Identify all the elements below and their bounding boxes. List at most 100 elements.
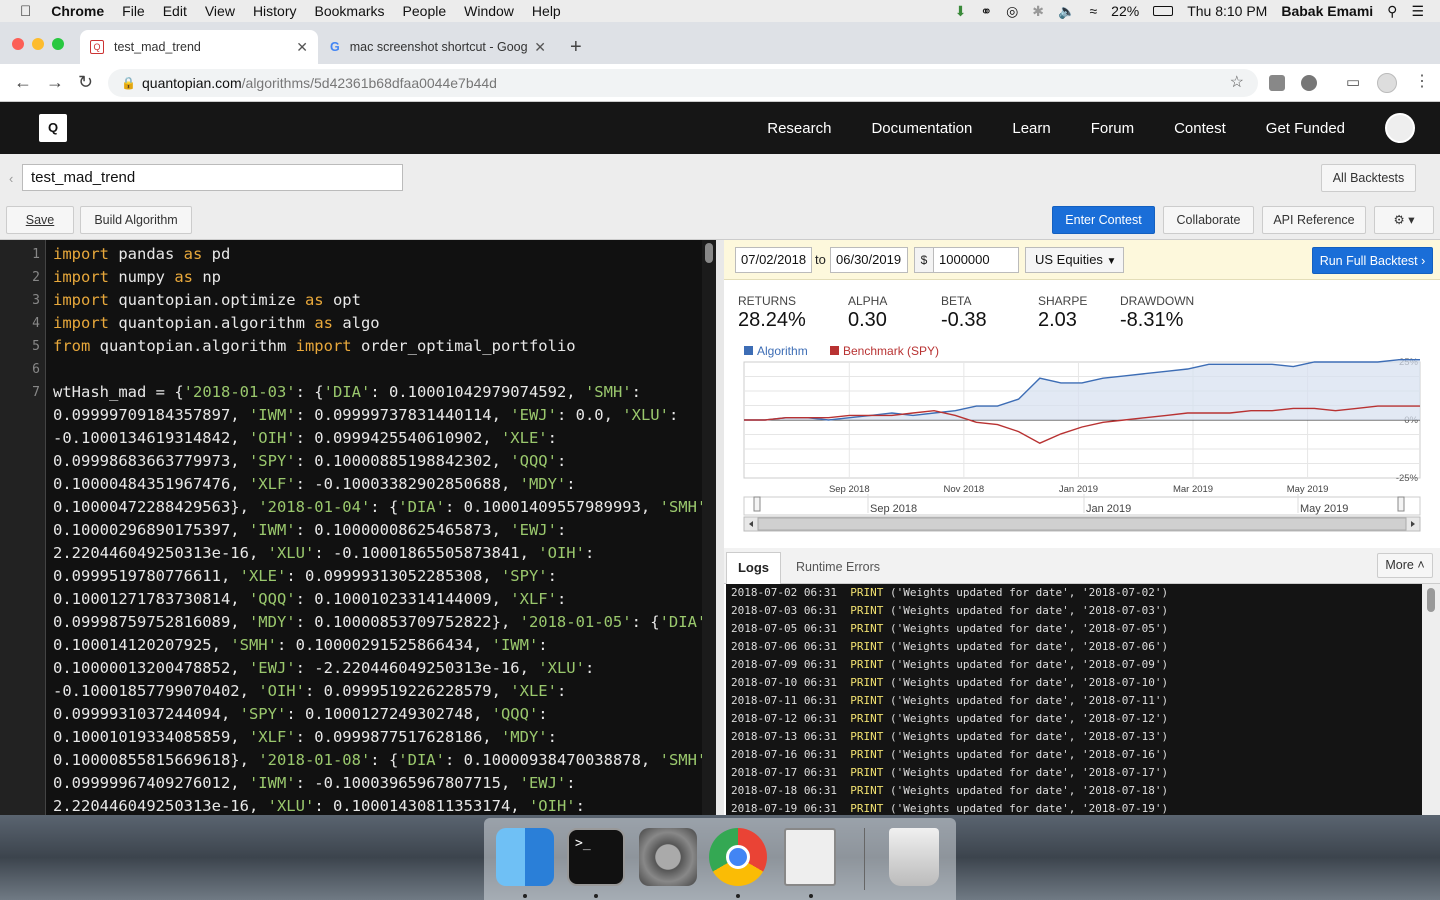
tab-close-icon[interactable]: ✕ bbox=[296, 39, 308, 56]
enter-contest-button[interactable]: Enter Contest bbox=[1052, 206, 1155, 234]
menu-window[interactable]: Window bbox=[464, 3, 514, 19]
trash-icon[interactable] bbox=[889, 828, 939, 886]
editor-scrollbar[interactable] bbox=[702, 240, 716, 815]
log-scrollbar[interactable] bbox=[1422, 584, 1440, 815]
nav-research[interactable]: Research bbox=[767, 120, 831, 137]
more-button[interactable]: More ˄ bbox=[1377, 553, 1433, 578]
window-minimize-button[interactable] bbox=[32, 38, 44, 50]
start-date-input[interactable]: 07/02/2018 bbox=[735, 247, 812, 273]
nav-forum[interactable]: Forum bbox=[1091, 120, 1134, 137]
nav-get-funded[interactable]: Get Funded bbox=[1266, 120, 1345, 137]
code-line[interactable]: 0.0999931037244094, 'SPY': 0.10001272493… bbox=[53, 705, 548, 723]
code-line[interactable]: 0.10000296890175397, 'IWM': 0.1000000862… bbox=[53, 521, 566, 539]
tab-runtime-errors[interactable]: Runtime Errors bbox=[796, 560, 880, 574]
system-preferences-icon[interactable] bbox=[639, 828, 697, 886]
notification-center-icon[interactable]: ☰ bbox=[1411, 3, 1424, 20]
code-line[interactable]: 0.10000472288429563}, '2018-01-04': {'DI… bbox=[53, 498, 716, 516]
code-line[interactable]: 0.10000013200478852, 'EWJ': -2.220446049… bbox=[53, 659, 594, 677]
volume-icon[interactable]: 🔈 bbox=[1058, 3, 1075, 20]
settings-gear-button[interactable]: ⚙ ▾ bbox=[1374, 206, 1434, 234]
wifi-icon[interactable]: ≈ bbox=[1089, 3, 1097, 19]
bluetooth-icon[interactable]: ✱ bbox=[1032, 3, 1044, 20]
menu-help[interactable]: Help bbox=[532, 3, 561, 19]
menu-edit[interactable]: Edit bbox=[163, 3, 187, 19]
performance-chart[interactable]: Algorithm Benchmark (SPY) Sep 2018 Nov 2018… bbox=[724, 342, 1440, 542]
collaborate-button[interactable]: Collaborate bbox=[1163, 206, 1254, 234]
code-line[interactable]: 0.10001019334085859, 'XLF': 0.0999877517… bbox=[53, 728, 557, 746]
quantopian-logo[interactable]: Q bbox=[39, 114, 67, 142]
code-line[interactable]: wtHash_mad = {'2018-01-03': {'DIA': 0.10… bbox=[53, 383, 641, 401]
api-reference-button[interactable]: API Reference bbox=[1262, 206, 1366, 234]
splitter-handle[interactable] bbox=[716, 240, 724, 815]
tab-logs[interactable]: Logs bbox=[726, 552, 781, 584]
code-line[interactable]: -0.1000134619314842, 'OIH': 0.0999425540… bbox=[53, 429, 557, 447]
tab-close-icon[interactable]: ✕ bbox=[534, 39, 546, 56]
code-line[interactable]: import quantopian.algorithm as algo bbox=[53, 314, 380, 332]
menu-chrome[interactable]: Chrome bbox=[51, 3, 104, 19]
siri-like-icon[interactable]: ◎ bbox=[1006, 3, 1018, 20]
menu-history[interactable]: History bbox=[253, 3, 297, 19]
code-line[interactable]: -0.10001857799070402, 'OIH': 0.099951922… bbox=[53, 682, 566, 700]
download-icon[interactable]: ⬇ bbox=[955, 3, 967, 20]
code-line[interactable]: 0.09998683663779973, 'SPY': 0.1000088519… bbox=[53, 452, 566, 470]
spotlight-icon[interactable]: ⚲ bbox=[1387, 3, 1397, 20]
menubar-user[interactable]: Babak Emami bbox=[1281, 3, 1373, 19]
finder-icon[interactable] bbox=[496, 828, 554, 886]
browser-tab-active[interactable]: Q test_mad_trend ✕ bbox=[80, 30, 318, 64]
code-editor[interactable]: 1 2 3 4 5 6 7 import pandas as pd import numpy … bbox=[0, 240, 716, 815]
grammarly-icon[interactable] bbox=[1269, 75, 1285, 91]
code-line[interactable]: 0.10000855815669618}, '2018-01-08': {'DI… bbox=[53, 751, 716, 769]
menu-people[interactable]: People bbox=[403, 3, 447, 19]
menu-file[interactable]: File bbox=[122, 3, 145, 19]
code-line[interactable]: 0.10001271783730814, 'QQQ': 0.1000102331… bbox=[53, 590, 566, 608]
code-line[interactable]: 2.220446049250313e-16, 'XLU': -0.1000186… bbox=[53, 544, 594, 562]
code-line[interactable]: 0.09998759752816089, 'MDY': 0.1000085370… bbox=[53, 613, 716, 631]
editor-scroll-thumb[interactable] bbox=[705, 243, 713, 263]
algorithm-name-input[interactable]: test_mad_trend bbox=[22, 164, 403, 191]
code-line[interactable]: 0.0999519780776611, 'XLE': 0.09999313052… bbox=[53, 567, 557, 585]
log-output[interactable]: 2018-07-02 06:31 PRINT ('Weights updated… bbox=[726, 584, 1422, 815]
capital-input[interactable]: 1000000 bbox=[933, 247, 1019, 273]
code-line[interactable]: 0.10000484351967476, 'XLF': -0.100033829… bbox=[53, 475, 576, 493]
reload-icon[interactable]: ↻ bbox=[78, 72, 93, 93]
user-avatar[interactable] bbox=[1385, 113, 1415, 143]
save-button[interactable]: Save bbox=[6, 206, 74, 234]
universe-select[interactable]: US Equities ▼ bbox=[1025, 247, 1124, 273]
code-line[interactable]: 0.09999967409276012, 'IWM': -0.100039659… bbox=[53, 774, 576, 792]
chrome-menu-icon[interactable]: ⋮ bbox=[1414, 71, 1430, 91]
chrome-icon[interactable] bbox=[709, 828, 767, 886]
code-line[interactable]: import pandas as pd bbox=[53, 245, 230, 263]
window-close-button[interactable] bbox=[12, 38, 24, 50]
browser-tab[interactable]: G mac screenshot shortcut - Goog ✕ bbox=[320, 30, 556, 64]
window-zoom-button[interactable] bbox=[52, 38, 64, 50]
code-line[interactable]: 2.220446049250313e-16, 'XLU': 0.10001430… bbox=[53, 797, 585, 815]
address-bar[interactable]: 🔒 quantopian.com/algorithms/5d42361b68df… bbox=[108, 69, 1258, 97]
creative-cloud-icon[interactable]: ⚭ bbox=[980, 3, 992, 20]
code-line[interactable]: import quantopian.optimize as opt bbox=[53, 291, 361, 309]
nav-contest[interactable]: Contest bbox=[1174, 120, 1226, 137]
menu-view[interactable]: View bbox=[205, 3, 235, 19]
forward-icon[interactable]: → bbox=[46, 72, 64, 93]
battery-percent[interactable]: 22% bbox=[1111, 3, 1139, 19]
run-full-backtest-button[interactable]: Run Full Backtest › bbox=[1312, 247, 1433, 274]
build-algorithm-button[interactable]: Build Algorithm bbox=[80, 206, 192, 234]
battery-icon[interactable] bbox=[1153, 6, 1174, 16]
extension-icon[interactable] bbox=[1301, 75, 1317, 91]
new-tab-icon[interactable]: + bbox=[570, 36, 582, 59]
code-line[interactable]: from quantopian.algorithm import order_o… bbox=[53, 337, 576, 355]
menu-bookmarks[interactable]: Bookmarks bbox=[315, 3, 385, 19]
code-line[interactable]: 0.09999709184357897, 'IWM': 0.0999973783… bbox=[53, 406, 678, 424]
nav-learn[interactable]: Learn bbox=[1012, 120, 1050, 137]
code-line[interactable]: 0.100014120207925, 'SMH': 0.100002915258… bbox=[53, 636, 548, 654]
code-line[interactable]: import numpy as np bbox=[53, 268, 221, 286]
all-backtests-button[interactable]: All Backtests bbox=[1321, 164, 1416, 192]
end-date-input[interactable]: 06/30/2019 bbox=[830, 247, 908, 273]
bookmark-star-icon[interactable]: ☆ bbox=[1230, 69, 1244, 97]
cast-icon[interactable]: ▭ bbox=[1346, 73, 1360, 91]
back-icon[interactable]: ← bbox=[14, 72, 32, 93]
collapse-chevron-icon[interactable]: ‹ bbox=[9, 171, 13, 186]
preview-icon[interactable] bbox=[784, 828, 836, 886]
log-scroll-thumb[interactable] bbox=[1427, 588, 1435, 612]
apple-icon[interactable]:  bbox=[20, 3, 31, 20]
nav-documentation[interactable]: Documentation bbox=[871, 120, 972, 137]
